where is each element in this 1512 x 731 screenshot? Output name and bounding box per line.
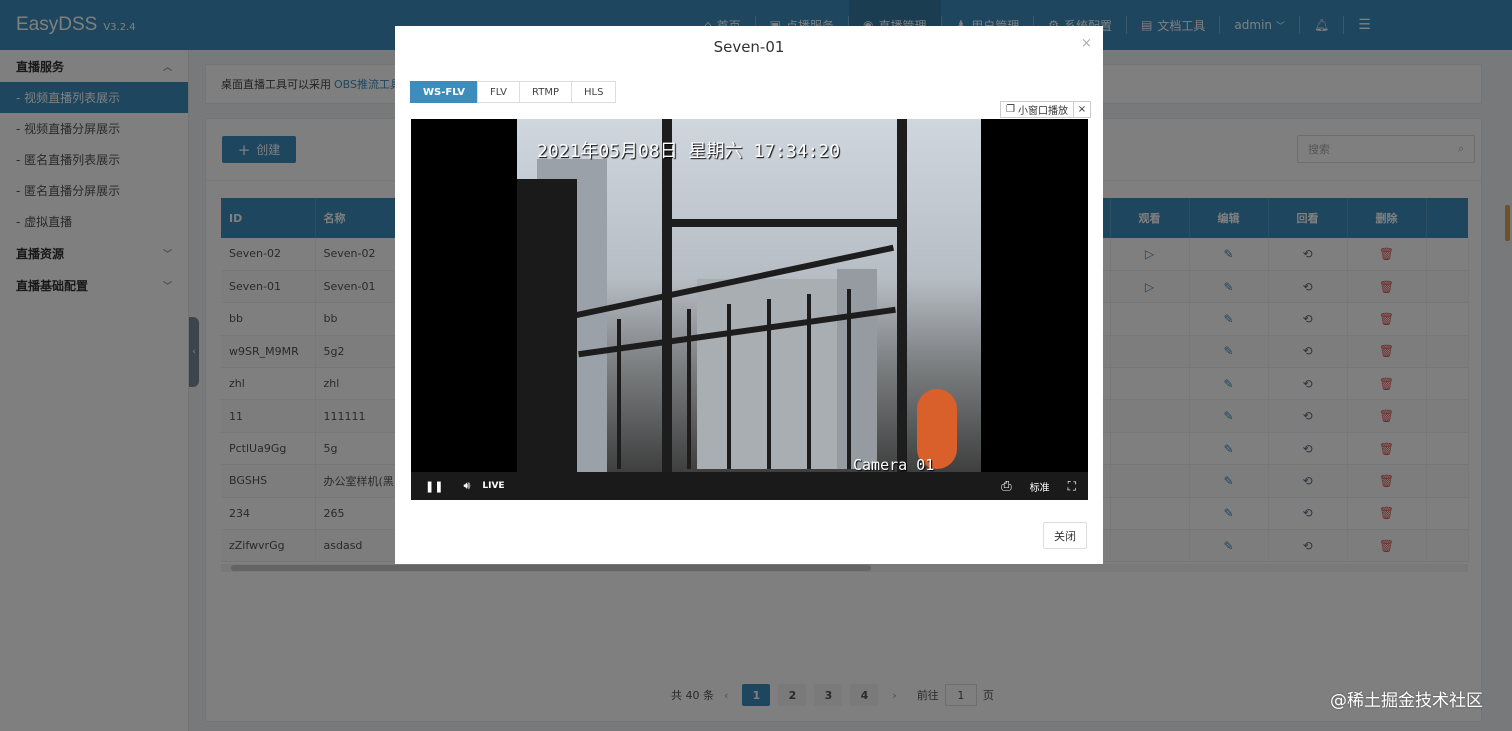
window-icon: ❐ (1006, 104, 1015, 115)
watermark: @稀土掘金技术社区 (1330, 691, 1483, 711)
window-frame (667, 219, 907, 227)
close-icon[interactable]: × (1081, 36, 1092, 51)
railing-post (687, 309, 691, 469)
railing-post (617, 319, 621, 469)
pause-icon[interactable]: ❚❚ (425, 480, 443, 493)
volume-icon[interactable]: 🔊︎ (463, 479, 470, 493)
video-frame: 2021年05月08日 星期六 17:34:20 Camera 01 (517, 119, 981, 472)
mini-window-close-icon[interactable]: × (1074, 104, 1090, 115)
mini-window-button[interactable]: ❐ 小窗口播放 × (1000, 101, 1091, 118)
player-dialog: Seven-01 × WS-FLV FLV RTMP HLS ❐小窗口播放 × (395, 26, 1103, 564)
player-controls-right: ⎙ 标准 ⛶ (1001, 472, 1076, 500)
player-controls: ❚❚ 🔊︎ LIVE ⎙ 标准 ⛶ (411, 472, 1088, 500)
fullscreen-icon[interactable]: ⛶ (1068, 479, 1076, 494)
railing-post (767, 299, 771, 469)
railing-post (807, 294, 811, 469)
tab-rtmp[interactable]: RTMP (519, 81, 573, 103)
chair-shape (517, 179, 577, 472)
close-button[interactable]: 关闭 (1043, 522, 1087, 549)
osd-camera-label: Camera 01 (853, 456, 935, 472)
tab-hls[interactable]: HLS (571, 81, 617, 103)
window-frame (897, 119, 907, 472)
railing-post (727, 304, 731, 469)
snapshot-icon[interactable]: ⎙ (1001, 479, 1011, 494)
osd-timestamp: 2021年05月08日 星期六 17:34:20 (537, 141, 841, 162)
building-shape (837, 269, 877, 469)
mini-window-label: 小窗口播放 (1017, 106, 1068, 117)
dialog-title: Seven-01 (713, 38, 785, 56)
railing-post (847, 289, 851, 469)
quality-selector[interactable]: 标准 (1030, 479, 1050, 494)
protocol-tabs: WS-FLV FLV RTMP HLS (410, 81, 617, 103)
tab-ws-flv[interactable]: WS-FLV (410, 81, 478, 103)
video-player[interactable]: 2021年05月08日 星期六 17:34:20 Camera 01 ❚❚ 🔊︎… (411, 119, 1088, 500)
tab-flv[interactable]: FLV (476, 81, 521, 103)
live-label: LIVE (482, 481, 505, 491)
